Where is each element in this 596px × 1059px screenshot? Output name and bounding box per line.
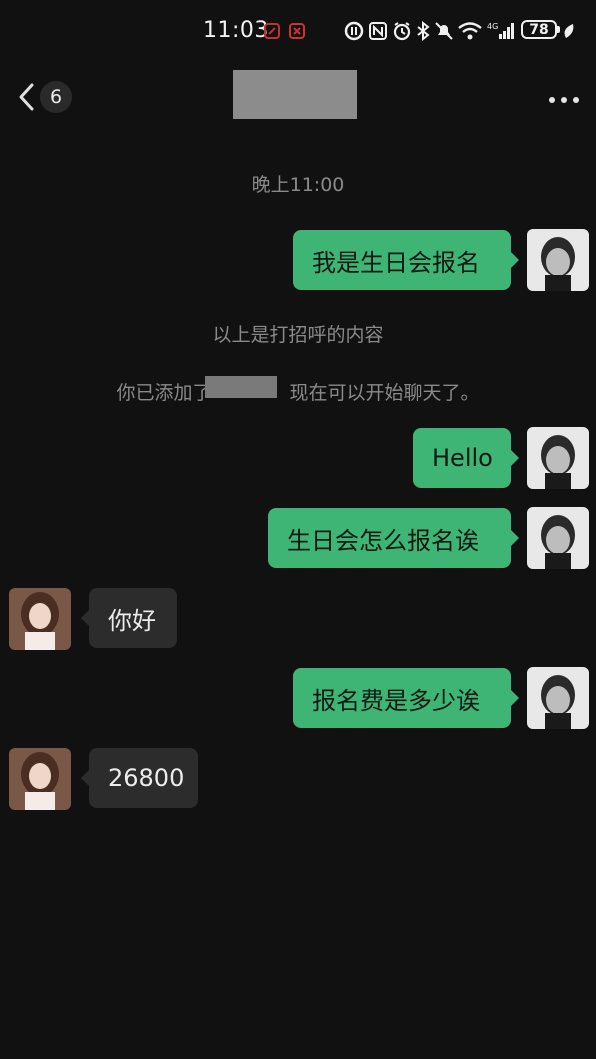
outgoing-message-bubble[interactable]: 报名费是多少诶 — [293, 668, 511, 728]
bubble-tail — [81, 610, 89, 626]
added-note-prefix: 你已添加了 — [116, 382, 212, 404]
redacted-name — [205, 376, 277, 398]
chat-title-redacted — [233, 70, 357, 119]
app-notification-icon — [262, 20, 282, 42]
outgoing-message-bubble[interactable]: 生日会怎么报名诶 — [268, 508, 511, 568]
more-dots-icon[interactable] — [548, 90, 580, 103]
unread-count-badge[interactable]: 6 — [40, 81, 72, 113]
greeting-note: 以上是打招呼的内容 — [212, 324, 384, 346]
chat-header: 6 — [0, 62, 596, 132]
battery-indicator: 78 — [521, 20, 557, 39]
status-time: 11:03 — [203, 18, 269, 43]
outgoing-message-bubble[interactable]: Hello — [413, 428, 511, 488]
app-notification-icon — [287, 20, 307, 42]
bubble-tail — [511, 530, 519, 546]
alarm-icon — [391, 20, 413, 42]
bubble-tail — [511, 252, 519, 268]
signal-icon: 4G — [487, 20, 517, 42]
added-friend-note: 你已添加了 现在可以开始聊天了。 — [0, 378, 596, 405]
chat-timestamp: 晚上11:00 — [251, 174, 345, 196]
bubble-tail — [81, 770, 89, 786]
mute-icon — [433, 20, 455, 42]
incoming-message-bubble[interactable]: 你好 — [89, 588, 177, 648]
battery-tip — [557, 26, 560, 33]
data-saver-icon — [343, 20, 365, 42]
incoming-message-bubble[interactable]: 26800 — [89, 748, 198, 808]
contact-avatar[interactable] — [9, 748, 71, 810]
leaf-icon — [562, 20, 576, 42]
svg-text:4G: 4G — [487, 22, 498, 31]
status-bar: 11:03 4G 78 — [0, 0, 596, 62]
my-avatar[interactable] — [527, 229, 589, 291]
bubble-tail — [511, 450, 519, 466]
outgoing-message-bubble[interactable]: 我是生日会报名 — [293, 230, 511, 290]
bluetooth-icon — [415, 20, 431, 42]
wifi-icon — [457, 20, 483, 42]
contact-avatar[interactable] — [9, 588, 71, 650]
added-note-suffix: 现在可以开始聊天了。 — [289, 382, 480, 404]
my-avatar[interactable] — [527, 667, 589, 729]
my-avatar[interactable] — [527, 507, 589, 569]
bubble-tail — [511, 690, 519, 706]
my-avatar[interactable] — [527, 427, 589, 489]
nfc-icon — [367, 20, 389, 42]
